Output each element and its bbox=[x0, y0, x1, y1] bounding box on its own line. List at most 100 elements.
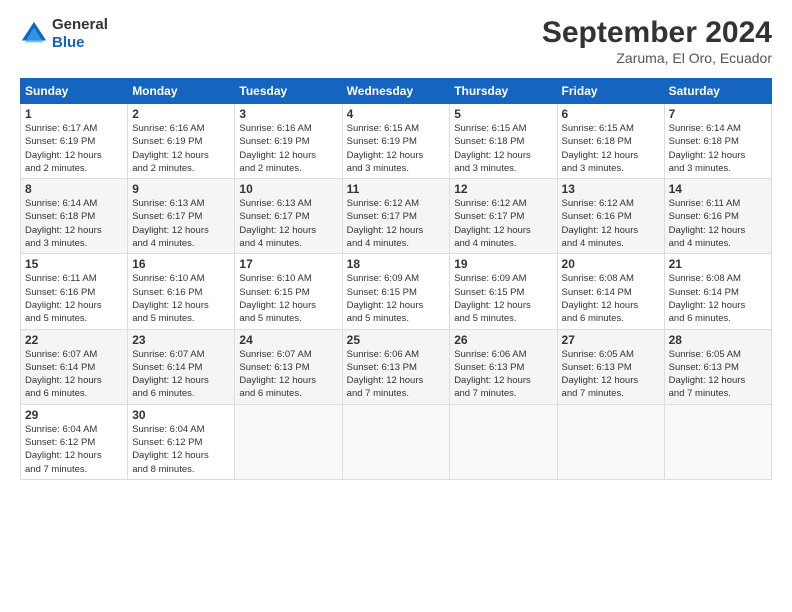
day-info: Sunrise: 6:14 AM Sunset: 6:18 PM Dayligh… bbox=[669, 122, 767, 175]
day-number: 22 bbox=[25, 333, 123, 347]
calendar-day-header: Monday bbox=[128, 79, 235, 104]
day-number: 6 bbox=[562, 107, 660, 121]
day-number: 21 bbox=[669, 257, 767, 271]
calendar-cell: 18Sunrise: 6:09 AM Sunset: 6:15 PM Dayli… bbox=[342, 254, 450, 329]
calendar-cell: 11Sunrise: 6:12 AM Sunset: 6:17 PM Dayli… bbox=[342, 179, 450, 254]
calendar-week-row: 22Sunrise: 6:07 AM Sunset: 6:14 PM Dayli… bbox=[21, 329, 772, 404]
month-title: September 2024 bbox=[542, 16, 772, 50]
calendar-cell: 6Sunrise: 6:15 AM Sunset: 6:18 PM Daylig… bbox=[557, 104, 664, 179]
day-number: 7 bbox=[669, 107, 767, 121]
calendar-cell: 30Sunrise: 6:04 AM Sunset: 6:12 PM Dayli… bbox=[128, 404, 235, 479]
calendar-day-header: Sunday bbox=[21, 79, 128, 104]
calendar-cell: 10Sunrise: 6:13 AM Sunset: 6:17 PM Dayli… bbox=[235, 179, 342, 254]
calendar-cell: 5Sunrise: 6:15 AM Sunset: 6:18 PM Daylig… bbox=[450, 104, 557, 179]
calendar-week-row: 15Sunrise: 6:11 AM Sunset: 6:16 PM Dayli… bbox=[21, 254, 772, 329]
calendar-cell: 9Sunrise: 6:13 AM Sunset: 6:17 PM Daylig… bbox=[128, 179, 235, 254]
calendar-cell: 21Sunrise: 6:08 AM Sunset: 6:14 PM Dayli… bbox=[664, 254, 771, 329]
day-info: Sunrise: 6:06 AM Sunset: 6:13 PM Dayligh… bbox=[347, 348, 446, 401]
day-info: Sunrise: 6:11 AM Sunset: 6:16 PM Dayligh… bbox=[25, 272, 123, 325]
calendar-week-row: 29Sunrise: 6:04 AM Sunset: 6:12 PM Dayli… bbox=[21, 404, 772, 479]
calendar-cell bbox=[557, 404, 664, 479]
calendar-cell bbox=[235, 404, 342, 479]
day-number: 20 bbox=[562, 257, 660, 271]
day-info: Sunrise: 6:04 AM Sunset: 6:12 PM Dayligh… bbox=[25, 423, 123, 476]
day-info: Sunrise: 6:10 AM Sunset: 6:15 PM Dayligh… bbox=[239, 272, 337, 325]
day-info: Sunrise: 6:17 AM Sunset: 6:19 PM Dayligh… bbox=[25, 122, 123, 175]
day-number: 5 bbox=[454, 107, 552, 121]
calendar-cell: 22Sunrise: 6:07 AM Sunset: 6:14 PM Dayli… bbox=[21, 329, 128, 404]
day-number: 29 bbox=[25, 408, 123, 422]
day-number: 10 bbox=[239, 182, 337, 196]
day-info: Sunrise: 6:15 AM Sunset: 6:19 PM Dayligh… bbox=[347, 122, 446, 175]
calendar-cell: 8Sunrise: 6:14 AM Sunset: 6:18 PM Daylig… bbox=[21, 179, 128, 254]
subtitle: Zaruma, El Oro, Ecuador bbox=[542, 50, 772, 66]
day-info: Sunrise: 6:07 AM Sunset: 6:13 PM Dayligh… bbox=[239, 348, 337, 401]
calendar-cell bbox=[450, 404, 557, 479]
calendar-cell: 2Sunrise: 6:16 AM Sunset: 6:19 PM Daylig… bbox=[128, 104, 235, 179]
header: General Blue September 2024 Zaruma, El O… bbox=[20, 16, 772, 66]
day-info: Sunrise: 6:16 AM Sunset: 6:19 PM Dayligh… bbox=[132, 122, 230, 175]
day-number: 24 bbox=[239, 333, 337, 347]
day-number: 15 bbox=[25, 257, 123, 271]
day-info: Sunrise: 6:05 AM Sunset: 6:13 PM Dayligh… bbox=[669, 348, 767, 401]
day-number: 17 bbox=[239, 257, 337, 271]
calendar-cell: 27Sunrise: 6:05 AM Sunset: 6:13 PM Dayli… bbox=[557, 329, 664, 404]
day-info: Sunrise: 6:13 AM Sunset: 6:17 PM Dayligh… bbox=[239, 197, 337, 250]
day-number: 4 bbox=[347, 107, 446, 121]
calendar-cell: 24Sunrise: 6:07 AM Sunset: 6:13 PM Dayli… bbox=[235, 329, 342, 404]
day-number: 16 bbox=[132, 257, 230, 271]
day-info: Sunrise: 6:12 AM Sunset: 6:17 PM Dayligh… bbox=[347, 197, 446, 250]
calendar-cell: 3Sunrise: 6:16 AM Sunset: 6:19 PM Daylig… bbox=[235, 104, 342, 179]
calendar-cell: 7Sunrise: 6:14 AM Sunset: 6:18 PM Daylig… bbox=[664, 104, 771, 179]
calendar-day-header: Saturday bbox=[664, 79, 771, 104]
day-number: 13 bbox=[562, 182, 660, 196]
day-number: 12 bbox=[454, 182, 552, 196]
calendar-cell: 12Sunrise: 6:12 AM Sunset: 6:17 PM Dayli… bbox=[450, 179, 557, 254]
day-info: Sunrise: 6:07 AM Sunset: 6:14 PM Dayligh… bbox=[132, 348, 230, 401]
logo-text: General Blue bbox=[52, 16, 108, 52]
day-number: 18 bbox=[347, 257, 446, 271]
day-info: Sunrise: 6:09 AM Sunset: 6:15 PM Dayligh… bbox=[347, 272, 446, 325]
day-number: 14 bbox=[669, 182, 767, 196]
day-info: Sunrise: 6:08 AM Sunset: 6:14 PM Dayligh… bbox=[669, 272, 767, 325]
day-number: 26 bbox=[454, 333, 552, 347]
day-info: Sunrise: 6:14 AM Sunset: 6:18 PM Dayligh… bbox=[25, 197, 123, 250]
calendar-cell: 29Sunrise: 6:04 AM Sunset: 6:12 PM Dayli… bbox=[21, 404, 128, 479]
day-info: Sunrise: 6:07 AM Sunset: 6:14 PM Dayligh… bbox=[25, 348, 123, 401]
calendar-cell: 25Sunrise: 6:06 AM Sunset: 6:13 PM Dayli… bbox=[342, 329, 450, 404]
day-info: Sunrise: 6:06 AM Sunset: 6:13 PM Dayligh… bbox=[454, 348, 552, 401]
calendar-cell: 1Sunrise: 6:17 AM Sunset: 6:19 PM Daylig… bbox=[21, 104, 128, 179]
day-info: Sunrise: 6:12 AM Sunset: 6:16 PM Dayligh… bbox=[562, 197, 660, 250]
calendar-cell: 19Sunrise: 6:09 AM Sunset: 6:15 PM Dayli… bbox=[450, 254, 557, 329]
calendar-week-row: 1Sunrise: 6:17 AM Sunset: 6:19 PM Daylig… bbox=[21, 104, 772, 179]
calendar-day-header: Thursday bbox=[450, 79, 557, 104]
day-number: 9 bbox=[132, 182, 230, 196]
calendar-week-row: 8Sunrise: 6:14 AM Sunset: 6:18 PM Daylig… bbox=[21, 179, 772, 254]
day-number: 25 bbox=[347, 333, 446, 347]
day-number: 19 bbox=[454, 257, 552, 271]
calendar-cell: 26Sunrise: 6:06 AM Sunset: 6:13 PM Dayli… bbox=[450, 329, 557, 404]
calendar-cell: 13Sunrise: 6:12 AM Sunset: 6:16 PM Dayli… bbox=[557, 179, 664, 254]
day-info: Sunrise: 6:04 AM Sunset: 6:12 PM Dayligh… bbox=[132, 423, 230, 476]
day-number: 3 bbox=[239, 107, 337, 121]
calendar-cell: 16Sunrise: 6:10 AM Sunset: 6:16 PM Dayli… bbox=[128, 254, 235, 329]
day-number: 8 bbox=[25, 182, 123, 196]
calendar-cell: 17Sunrise: 6:10 AM Sunset: 6:15 PM Dayli… bbox=[235, 254, 342, 329]
day-number: 27 bbox=[562, 333, 660, 347]
calendar-cell: 28Sunrise: 6:05 AM Sunset: 6:13 PM Dayli… bbox=[664, 329, 771, 404]
day-number: 23 bbox=[132, 333, 230, 347]
day-info: Sunrise: 6:10 AM Sunset: 6:16 PM Dayligh… bbox=[132, 272, 230, 325]
day-info: Sunrise: 6:08 AM Sunset: 6:14 PM Dayligh… bbox=[562, 272, 660, 325]
title-block: September 2024 Zaruma, El Oro, Ecuador bbox=[542, 16, 772, 66]
calendar-day-header: Tuesday bbox=[235, 79, 342, 104]
calendar-day-header: Wednesday bbox=[342, 79, 450, 104]
day-number: 2 bbox=[132, 107, 230, 121]
calendar-cell bbox=[664, 404, 771, 479]
day-info: Sunrise: 6:12 AM Sunset: 6:17 PM Dayligh… bbox=[454, 197, 552, 250]
calendar-cell: 20Sunrise: 6:08 AM Sunset: 6:14 PM Dayli… bbox=[557, 254, 664, 329]
day-number: 1 bbox=[25, 107, 123, 121]
calendar-cell: 23Sunrise: 6:07 AM Sunset: 6:14 PM Dayli… bbox=[128, 329, 235, 404]
day-info: Sunrise: 6:09 AM Sunset: 6:15 PM Dayligh… bbox=[454, 272, 552, 325]
day-info: Sunrise: 6:13 AM Sunset: 6:17 PM Dayligh… bbox=[132, 197, 230, 250]
calendar-cell: 4Sunrise: 6:15 AM Sunset: 6:19 PM Daylig… bbox=[342, 104, 450, 179]
